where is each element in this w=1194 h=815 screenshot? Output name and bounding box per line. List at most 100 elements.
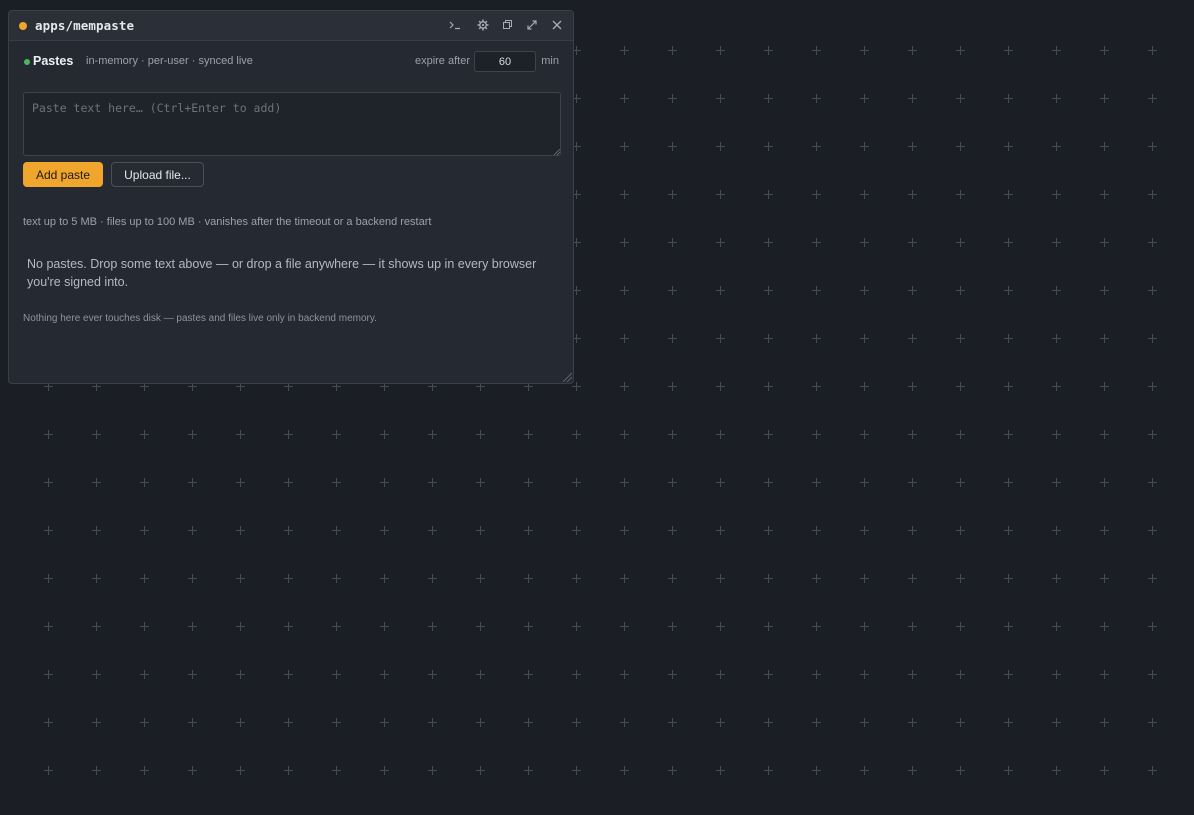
grid-plus-mark — [236, 574, 245, 583]
grid-plus-mark — [908, 718, 917, 727]
grid-plus-mark — [44, 574, 53, 583]
grid-plus-mark — [812, 670, 821, 679]
grid-plus-mark — [380, 670, 389, 679]
grid-plus-mark — [188, 478, 197, 487]
grid-plus-mark — [476, 766, 485, 775]
grid-plus-mark — [716, 46, 725, 55]
grid-plus-mark — [764, 670, 773, 679]
grid-plus-mark — [476, 574, 485, 583]
paste-textarea[interactable] — [23, 92, 561, 156]
terminal-button[interactable] — [446, 16, 464, 34]
expand-button[interactable] — [523, 16, 541, 34]
grid-plus-mark — [668, 286, 677, 295]
grid-plus-mark — [716, 526, 725, 535]
textarea-resize-grip[interactable] — [554, 149, 560, 155]
grid-plus-mark — [188, 718, 197, 727]
grid-plus-mark — [620, 190, 629, 199]
duplicate-button[interactable] — [499, 16, 517, 34]
grid-plus-mark — [284, 478, 293, 487]
grid-plus-mark — [476, 670, 485, 679]
grid-plus-mark — [524, 526, 533, 535]
grid-plus-mark — [332, 430, 341, 439]
grid-plus-mark — [668, 670, 677, 679]
grid-plus-mark — [236, 766, 245, 775]
grid-plus-mark — [332, 766, 341, 775]
grid-plus-mark — [380, 478, 389, 487]
grid-plus-mark — [860, 46, 869, 55]
grid-plus-mark — [92, 478, 101, 487]
grid-plus-mark — [668, 526, 677, 535]
desktop-background: apps/mempaste Pastes in-memory · per-use… — [0, 0, 1194, 815]
grid-plus-mark — [1100, 718, 1109, 727]
grid-plus-mark — [236, 622, 245, 631]
window-title: apps/mempaste — [35, 18, 135, 33]
grid-plus-mark — [92, 670, 101, 679]
expire-minutes-input[interactable] — [474, 51, 536, 72]
grid-plus-mark — [476, 430, 485, 439]
grid-plus-mark — [1052, 286, 1061, 295]
pastes-header: Pastes in-memory · per-user · synced liv… — [23, 51, 559, 73]
grid-plus-mark — [716, 142, 725, 151]
grid-plus-mark — [92, 718, 101, 727]
grid-plus-mark — [908, 430, 917, 439]
grid-plus-mark — [812, 382, 821, 391]
grid-plus-mark — [1148, 574, 1157, 583]
grid-plus-mark — [620, 526, 629, 535]
grid-plus-mark — [716, 574, 725, 583]
grid-plus-mark — [716, 334, 725, 343]
grid-plus-mark — [1148, 286, 1157, 295]
grid-plus-mark — [1100, 46, 1109, 55]
limits-info: text up to 5 MB · files up to 100 MB · v… — [23, 216, 432, 228]
grid-plus-mark — [812, 718, 821, 727]
grid-plus-mark — [140, 526, 149, 535]
close-icon — [552, 20, 562, 30]
settings-button[interactable] — [474, 16, 492, 34]
grid-plus-mark — [716, 622, 725, 631]
grid-plus-mark — [764, 430, 773, 439]
grid-plus-mark — [524, 622, 533, 631]
footer-note: Nothing here ever touches disk — pastes … — [23, 313, 377, 324]
grid-plus-mark — [860, 622, 869, 631]
grid-plus-mark — [44, 622, 53, 631]
grid-plus-mark — [956, 46, 965, 55]
add-paste-button[interactable]: Add paste — [23, 162, 103, 187]
grid-plus-mark — [524, 574, 533, 583]
grid-plus-mark — [236, 670, 245, 679]
copy-icon — [503, 20, 512, 29]
grid-plus-mark — [1100, 94, 1109, 103]
grid-plus-mark — [956, 526, 965, 535]
mempaste-window: apps/mempaste Pastes in-memory · per-use… — [8, 10, 574, 384]
grid-plus-mark — [1052, 190, 1061, 199]
grid-plus-mark — [716, 670, 725, 679]
upload-file-button[interactable]: Upload file... — [111, 162, 204, 187]
grid-plus-mark — [956, 334, 965, 343]
grid-plus-mark — [908, 190, 917, 199]
grid-plus-mark — [572, 670, 581, 679]
close-button[interactable] — [548, 16, 566, 34]
window-resize-grip[interactable] — [562, 372, 572, 382]
grid-plus-mark — [1052, 670, 1061, 679]
grid-plus-mark — [668, 574, 677, 583]
grid-plus-mark — [716, 94, 725, 103]
grid-plus-mark — [908, 286, 917, 295]
grid-plus-mark — [188, 670, 197, 679]
grid-plus-mark — [1148, 478, 1157, 487]
grid-plus-mark — [956, 238, 965, 247]
window-titlebar[interactable]: apps/mempaste — [9, 11, 573, 41]
grid-plus-mark — [1004, 382, 1013, 391]
grid-plus-mark — [428, 430, 437, 439]
grid-plus-mark — [1100, 334, 1109, 343]
grid-plus-mark — [812, 526, 821, 535]
grid-plus-mark — [812, 286, 821, 295]
grid-plus-mark — [140, 766, 149, 775]
grid-plus-mark — [188, 622, 197, 631]
grid-plus-mark — [716, 238, 725, 247]
grid-plus-mark — [1100, 238, 1109, 247]
grid-plus-mark — [668, 190, 677, 199]
grid-plus-mark — [908, 526, 917, 535]
grid-plus-mark — [956, 382, 965, 391]
grid-plus-mark — [620, 766, 629, 775]
grid-plus-mark — [572, 382, 581, 391]
grid-plus-mark — [620, 286, 629, 295]
grid-plus-mark — [428, 526, 437, 535]
